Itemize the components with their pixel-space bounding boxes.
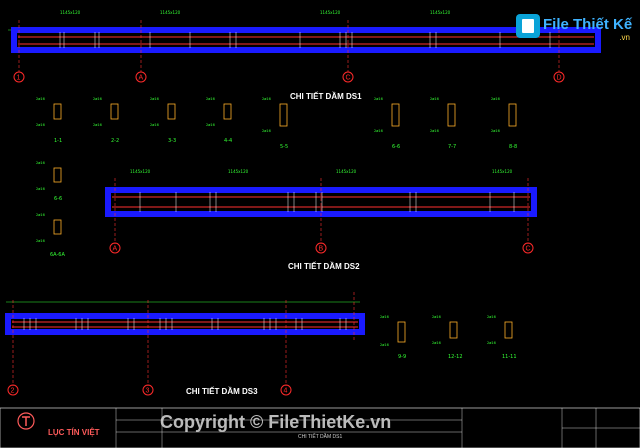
- ds1-title: CHI TIẾT DẦM DS1: [290, 92, 362, 101]
- svg-text:2ø16: 2ø16: [206, 123, 215, 127]
- ds1-axis-label-c: C: [346, 75, 351, 82]
- section-label-11-11: 11-11: [502, 354, 517, 360]
- section-label-2-2: 2-2: [111, 138, 119, 144]
- svg-text:2ø16: 2ø16: [36, 239, 45, 243]
- section-label-12-12: 12-12: [448, 354, 463, 360]
- section-label-9-9: 9-9: [398, 354, 406, 360]
- ds3-axis-label-2: 2: [11, 388, 15, 395]
- svg-text:2ø16: 2ø16: [380, 315, 389, 319]
- svg-text:2ø16: 2ø16: [432, 315, 441, 319]
- svg-text:2ø16: 2ø16: [262, 97, 271, 101]
- section-label-5-5: 5-5: [280, 144, 288, 150]
- ds2-span-label-3: 1145x120: [336, 169, 357, 174]
- ds2-span-label-4: 1145x120: [492, 169, 513, 174]
- ds2-axis-label-b: B: [319, 246, 324, 253]
- section-label-8-8: 8-8: [509, 144, 517, 150]
- svg-text:2ø16: 2ø16: [36, 123, 45, 127]
- svg-text:2ø16: 2ø16: [491, 129, 500, 133]
- ds2-title: CHI TIẾT DẦM DS2: [288, 262, 360, 271]
- ds3-axis-label-3: 3: [146, 388, 150, 395]
- beam-ds1: 1145x120 1145x120 1145x120 1145x120 1 A …: [8, 10, 601, 83]
- ds3-axis-label-4: 4: [284, 388, 288, 395]
- ds2-axis-label-c: C: [526, 246, 531, 253]
- section-label-7-7: 7-7: [448, 144, 456, 150]
- svg-text:2ø16: 2ø16: [430, 129, 439, 133]
- watermark-logo-text: File Thiết Kế: [543, 16, 633, 33]
- svg-text:2ø16: 2ø16: [36, 97, 45, 101]
- svg-text:2ø16: 2ø16: [432, 341, 441, 345]
- svg-text:2ø16: 2ø16: [36, 161, 45, 165]
- svg-text:2ø16: 2ø16: [150, 97, 159, 101]
- svg-text:2ø16: 2ø16: [36, 187, 45, 191]
- ds3-section-details: 2ø16 2ø16 2ø16 2ø16 2ø16 2ø16 9-9 12-12 11-1…: [380, 315, 517, 360]
- file-icon: [516, 14, 540, 38]
- ds2-span-label-2: 1145x120: [228, 169, 249, 174]
- left-section-details: 2ø16 2ø16 2ø16 2ø16 6-6 6A-6A: [36, 161, 65, 258]
- svg-text:2ø16: 2ø16: [36, 213, 45, 217]
- ds1-span-label-1: 1145x120: [60, 10, 81, 15]
- section-label-6a-6a: 6A-6A: [50, 252, 65, 258]
- svg-text:2ø16: 2ø16: [374, 129, 383, 133]
- ds3-beam-outline: [5, 313, 365, 335]
- section-label-3-3: 3-3: [168, 138, 176, 144]
- svg-text:2ø16: 2ø16: [206, 97, 215, 101]
- watermark-domain: .vn: [619, 33, 630, 42]
- section-label-4-4: 4-4: [224, 138, 232, 144]
- ds2-span-label-1: 1145x120: [130, 169, 151, 174]
- copyright-watermark: Copyright © FileThietKe.vn: [160, 412, 392, 432]
- svg-text:2ø16: 2ø16: [93, 123, 102, 127]
- svg-text:2ø16: 2ø16: [374, 97, 383, 101]
- svg-text:2ø16: 2ø16: [262, 129, 271, 133]
- ds1-axis-label-1: 1: [17, 75, 21, 82]
- beam-ds3: 2 3 4: [5, 292, 365, 396]
- svg-text:2ø16: 2ø16: [380, 343, 389, 347]
- ds1-axis-label-d: D: [557, 75, 562, 82]
- ds2-axis-label-a: A: [113, 246, 118, 253]
- ds1-stirrups: [59, 32, 551, 48]
- section-rebar-callouts: 2ø16 2ø16 2ø16 2ø16 2ø16 2ø16 2ø16 2ø16 2ø16 2…: [36, 97, 500, 133]
- company-name: LỤC TÍN VIỆT: [48, 428, 100, 437]
- section-label-1-1: 1-1: [54, 138, 62, 144]
- svg-text:2ø16: 2ø16: [150, 123, 159, 127]
- section-label-6-6-left: 6-6: [54, 196, 62, 202]
- svg-text:2ø16: 2ø16: [487, 341, 496, 345]
- svg-text:2ø16: 2ø16: [487, 315, 496, 319]
- ds1-dim-labels: 1145x120 1145x120 1145x120 1145x120: [60, 10, 451, 15]
- ds1-axis-markers: 1 A C D: [13, 71, 565, 83]
- ds1-axis-label-a: A: [139, 75, 144, 82]
- ds3-title: CHI TIẾT DẦM DS3: [186, 387, 258, 396]
- ds1-section-details: 2ø16 2ø16 2ø16 2ø16 2ø16 2ø16 2ø16 2ø16 2ø16 2…: [36, 97, 517, 150]
- svg-text:2ø16: 2ø16: [93, 97, 102, 101]
- section-label-6-6: 6-6: [392, 144, 400, 150]
- watermark-logo: File Thiết Kế .vn: [516, 10, 634, 44]
- ds1-beam-outline: [11, 27, 601, 53]
- svg-text:2ø16: 2ø16: [491, 97, 500, 101]
- svg-text:2ø16: 2ø16: [430, 97, 439, 101]
- ds1-span-label-3: 1145x120: [320, 10, 341, 15]
- beam-ds2: 1145x120 1145x120 1145x120 1145x120 A B …: [105, 169, 537, 254]
- title-block-drawing-name: CHI TIẾT DẦM DS1: [298, 434, 343, 440]
- ds1-span-label-4: 1145x120: [430, 10, 451, 15]
- cad-drawing: 1145x120 1145x120 1145x120 1145x120 1 A …: [0, 10, 640, 448]
- ds1-span-label-2: 1145x120: [160, 10, 181, 15]
